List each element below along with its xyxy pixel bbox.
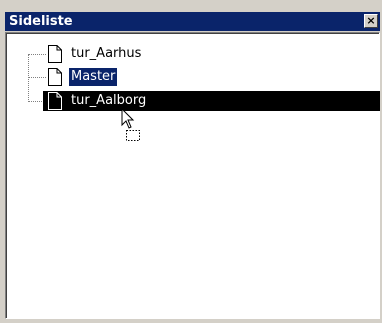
tree-inner-border: tur_Aarhus Master tur_Aalborg <box>6 33 380 318</box>
tree-item-label: tur_Aarhus <box>71 46 142 61</box>
document-icon <box>48 68 62 86</box>
tree-item-tur-aalborg[interactable]: tur_Aalborg <box>43 91 380 111</box>
sideliste-window: Sideliste × tur_Aarhus Master tur_Aalbor… <box>0 0 382 323</box>
close-icon: × <box>366 14 376 27</box>
tree-item-label: Master <box>67 67 119 87</box>
drag-copy-cursor-icon <box>121 108 140 141</box>
tree-connector-horizontal <box>28 77 46 78</box>
title-bar[interactable]: Sideliste × <box>5 12 380 31</box>
document-icon <box>48 45 62 63</box>
tree-connector-vertical <box>28 54 29 102</box>
tree-connector-horizontal <box>28 54 46 55</box>
close-button[interactable]: × <box>364 14 378 28</box>
window-title: Sideliste <box>9 14 73 29</box>
document-icon <box>48 92 62 110</box>
page-list-tree[interactable]: tur_Aarhus Master tur_Aalborg <box>5 32 380 319</box>
